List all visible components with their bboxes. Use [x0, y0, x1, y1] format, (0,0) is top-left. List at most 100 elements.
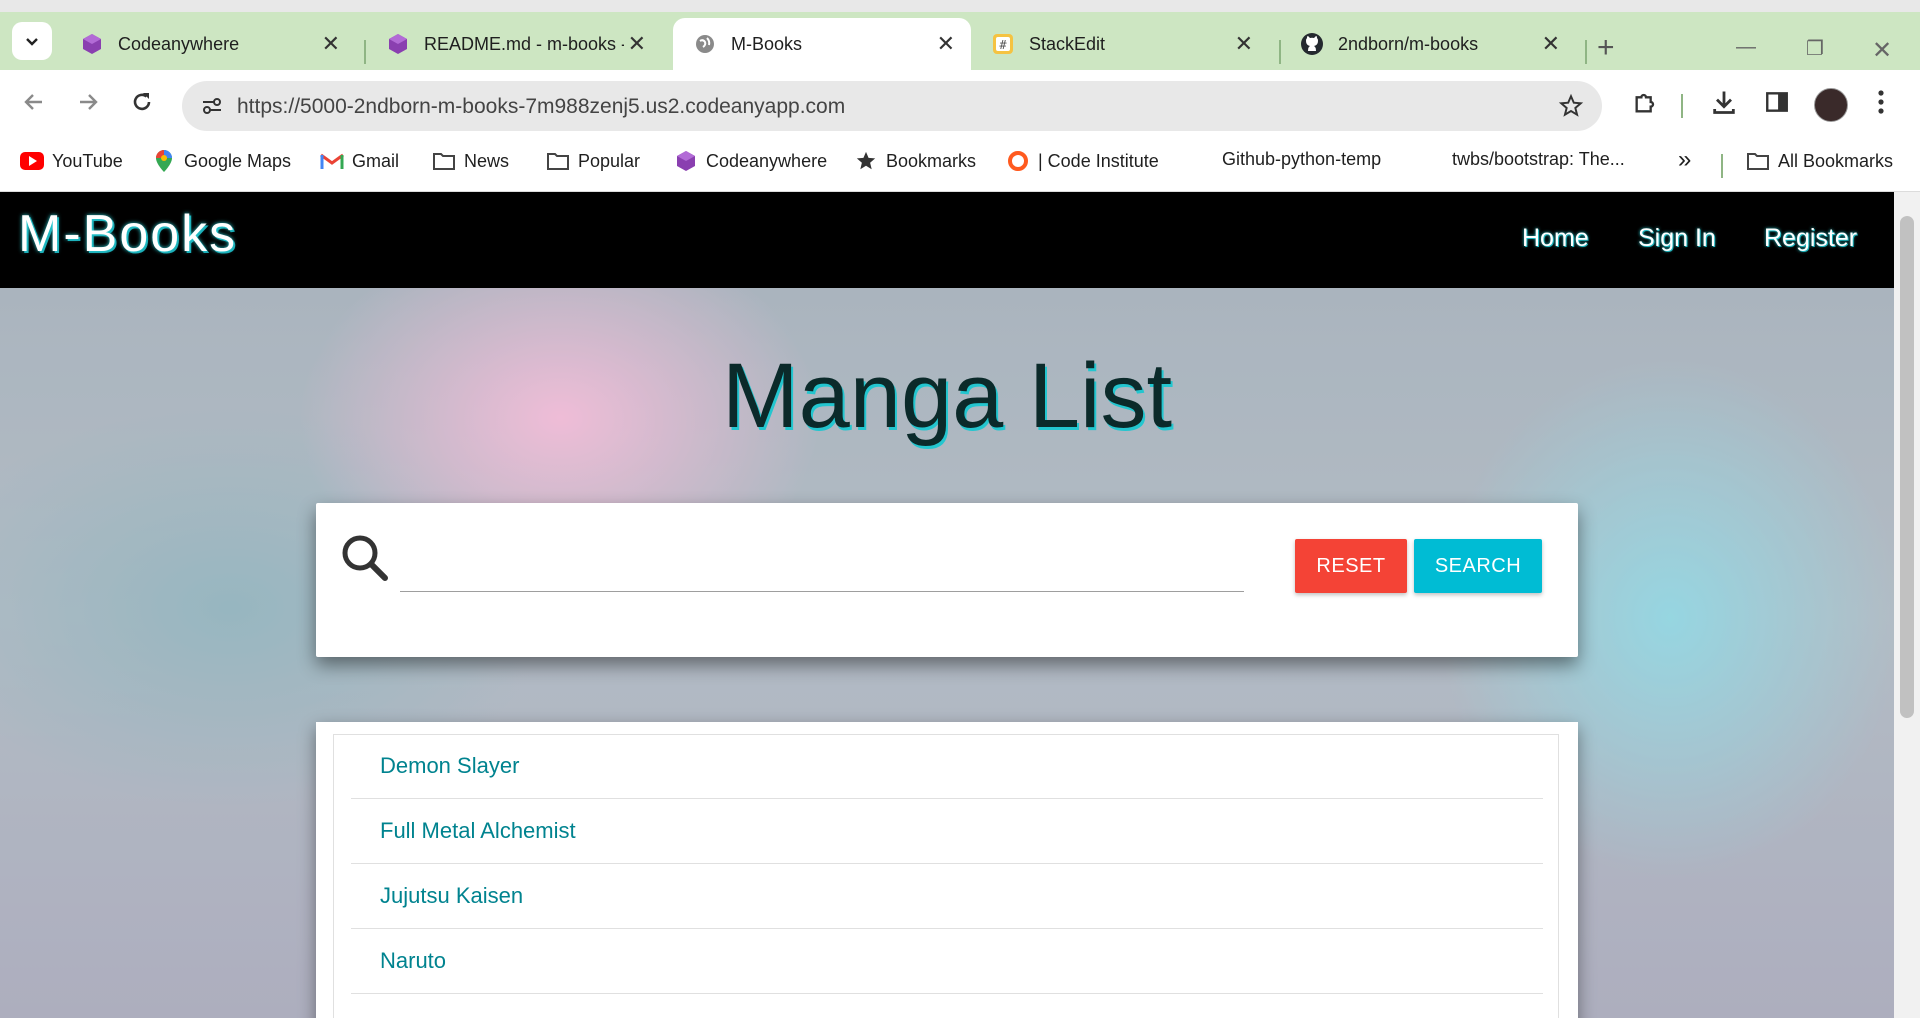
- globe-icon: [693, 32, 717, 56]
- window-close-icon[interactable]: ✕: [1872, 36, 1892, 65]
- forward-arrow-icon[interactable]: [76, 90, 100, 121]
- bookmark-label: Popular: [578, 150, 641, 171]
- folder-icon: [1746, 149, 1770, 173]
- close-icon[interactable]: ✕: [628, 31, 646, 57]
- bookmark-folder-news[interactable]: News: [432, 149, 509, 173]
- bookmark-label: News: [464, 150, 510, 171]
- download-icon[interactable]: [1710, 88, 1738, 123]
- manga-title-link[interactable]: Demon Slayer: [380, 753, 519, 779]
- bookmark-label: YouTube: [52, 150, 123, 171]
- bookmark-code-institute[interactable]: | Code Institute: [1006, 149, 1159, 173]
- codeanywhere-icon: [386, 32, 410, 56]
- gmail-icon: [320, 149, 344, 173]
- tab-title: README.md - m-books -: [424, 33, 624, 54]
- extensions-icon[interactable]: [1632, 88, 1660, 123]
- restore-icon[interactable]: ❐: [1806, 36, 1824, 61]
- search-icon: [340, 533, 390, 588]
- site-settings-icon[interactable]: [200, 94, 224, 123]
- manga-title-link[interactable]: Full Metal Alchemist: [380, 818, 576, 844]
- browser-tab-codeanywhere[interactable]: Codeanywhere ✕: [60, 18, 356, 70]
- all-bookmarks-button[interactable]: All Bookmarks: [1746, 149, 1893, 173]
- browser-toolbar: https://5000-2ndborn-m-books-7m988zenj5.…: [0, 70, 1920, 140]
- code-institute-icon: [1006, 149, 1030, 173]
- bookmark-codeanywhere[interactable]: Codeanywhere: [674, 149, 827, 173]
- bookmark-label: Github-python-temp: [1222, 149, 1382, 169]
- bookmark-label: twbs/bootstrap: The...: [1452, 149, 1625, 169]
- minimize-icon[interactable]: —: [1736, 36, 1756, 59]
- bookmark-gmail[interactable]: Gmail: [320, 149, 399, 173]
- bookmarks-bar: YouTube Google Maps Gmail News Popular C…: [0, 140, 1920, 192]
- search-card: RESET SEARCH: [316, 503, 1578, 657]
- close-icon[interactable]: ✕: [1542, 31, 1560, 57]
- bookmark-label: Bookmarks: [886, 150, 977, 171]
- browser-tab-m-books[interactable]: M-Books ✕: [673, 18, 971, 70]
- maps-pin-icon: [152, 149, 176, 173]
- list-item[interactable]: Full Metal Alchemist: [351, 800, 1543, 864]
- youtube-icon: [20, 149, 44, 173]
- url-text: https://5000-2ndborn-m-books-7m988zenj5.…: [237, 95, 846, 118]
- close-icon[interactable]: ✕: [322, 31, 340, 57]
- address-bar[interactable]: https://5000-2ndborn-m-books-7m988zenj5.…: [182, 81, 1602, 131]
- codeanywhere-icon: [674, 149, 698, 173]
- svg-text:#: #: [999, 38, 1007, 52]
- tab-strip: Codeanywhere ✕ README.md - m-books - ✕ M…: [0, 0, 1920, 70]
- bookmark-github-python-temp[interactable]: Github-python-temp: [1222, 149, 1381, 170]
- bookmarks-divider: [1721, 154, 1723, 178]
- browser-tab-readme[interactable]: README.md - m-books - ✕: [366, 18, 662, 70]
- bookmark-label: All Bookmarks: [1778, 150, 1894, 171]
- manga-list: Demon Slayer Full Metal Alchemist Jujuts…: [333, 734, 1559, 1018]
- bookmark-label: Codeanywhere: [706, 150, 828, 171]
- close-icon[interactable]: ✕: [1235, 31, 1253, 57]
- bookmark-label: | Code Institute: [1038, 150, 1159, 171]
- chevron-double-right-icon: »: [1678, 146, 1692, 173]
- page-scrollbar[interactable]: [1894, 192, 1920, 1018]
- search-input[interactable]: [400, 539, 1244, 592]
- bookmark-bookmarks[interactable]: Bookmarks: [854, 149, 976, 173]
- bookmark-youtube[interactable]: YouTube: [20, 149, 123, 173]
- more-menu-icon[interactable]: [1876, 88, 1886, 123]
- list-item[interactable]: Naruto: [351, 930, 1543, 994]
- tab-title: M-Books: [731, 33, 803, 54]
- star-icon: [854, 149, 878, 173]
- bookmark-google-maps[interactable]: Google Maps: [152, 149, 291, 173]
- toolbar-divider: [1681, 94, 1683, 118]
- search-button[interactable]: SEARCH: [1414, 539, 1542, 593]
- folder-icon: [546, 149, 570, 173]
- browser-tab-stackedit[interactable]: # StackEdit ✕: [971, 18, 1269, 70]
- manga-title-link[interactable]: Jujutsu Kaisen: [380, 883, 523, 909]
- browser-tab-github[interactable]: 2ndborn/m-books ✕: [1280, 18, 1576, 70]
- page-title: Manga List: [721, 345, 1173, 447]
- manga-list-card: Demon Slayer Full Metal Alchemist Jujuts…: [316, 722, 1578, 1018]
- reload-icon[interactable]: [130, 90, 154, 121]
- bookmark-label: Google Maps: [184, 150, 292, 171]
- nav-link-register[interactable]: Register: [1764, 224, 1857, 253]
- side-panel-icon[interactable]: [1764, 89, 1790, 122]
- chevron-down-icon: [26, 38, 38, 46]
- nav-link-home[interactable]: Home: [1522, 224, 1589, 253]
- bookmark-star-icon[interactable]: [1558, 93, 1584, 124]
- codeanywhere-icon: [80, 32, 104, 56]
- stackedit-icon: #: [991, 32, 1015, 56]
- manga-title-link[interactable]: Naruto: [380, 948, 446, 974]
- nav-link-sign-in[interactable]: Sign In: [1638, 224, 1716, 253]
- avatar[interactable]: [1814, 88, 1848, 122]
- back-arrow-icon[interactable]: [22, 90, 46, 121]
- bookmarks-overflow-button[interactable]: »: [1678, 146, 1691, 174]
- bookmark-folder-popular[interactable]: Popular: [546, 149, 640, 173]
- web-page: M-Books Home Sign In Register Manga List…: [0, 192, 1894, 1018]
- close-icon[interactable]: ✕: [937, 31, 955, 57]
- tab-title: 2ndborn/m-books: [1338, 33, 1479, 54]
- site-navbar: M-Books Home Sign In Register: [0, 192, 1894, 288]
- new-tab-button[interactable]: +: [1597, 33, 1615, 63]
- github-icon: [1300, 32, 1324, 56]
- reset-button[interactable]: RESET: [1295, 539, 1407, 593]
- list-item[interactable]: Demon Slayer: [351, 735, 1543, 799]
- bookmark-twbs-bootstrap[interactable]: twbs/bootstrap: The...: [1452, 149, 1625, 170]
- tab-title: StackEdit: [1029, 33, 1106, 54]
- tab-title: Codeanywhere: [118, 33, 240, 54]
- list-item[interactable]: Jujutsu Kaisen: [351, 865, 1543, 929]
- site-brand-logo[interactable]: M-Books: [18, 204, 237, 264]
- tab-search-button[interactable]: [12, 22, 52, 60]
- scrollbar-thumb[interactable]: [1900, 216, 1914, 718]
- bookmark-label: Gmail: [352, 150, 400, 171]
